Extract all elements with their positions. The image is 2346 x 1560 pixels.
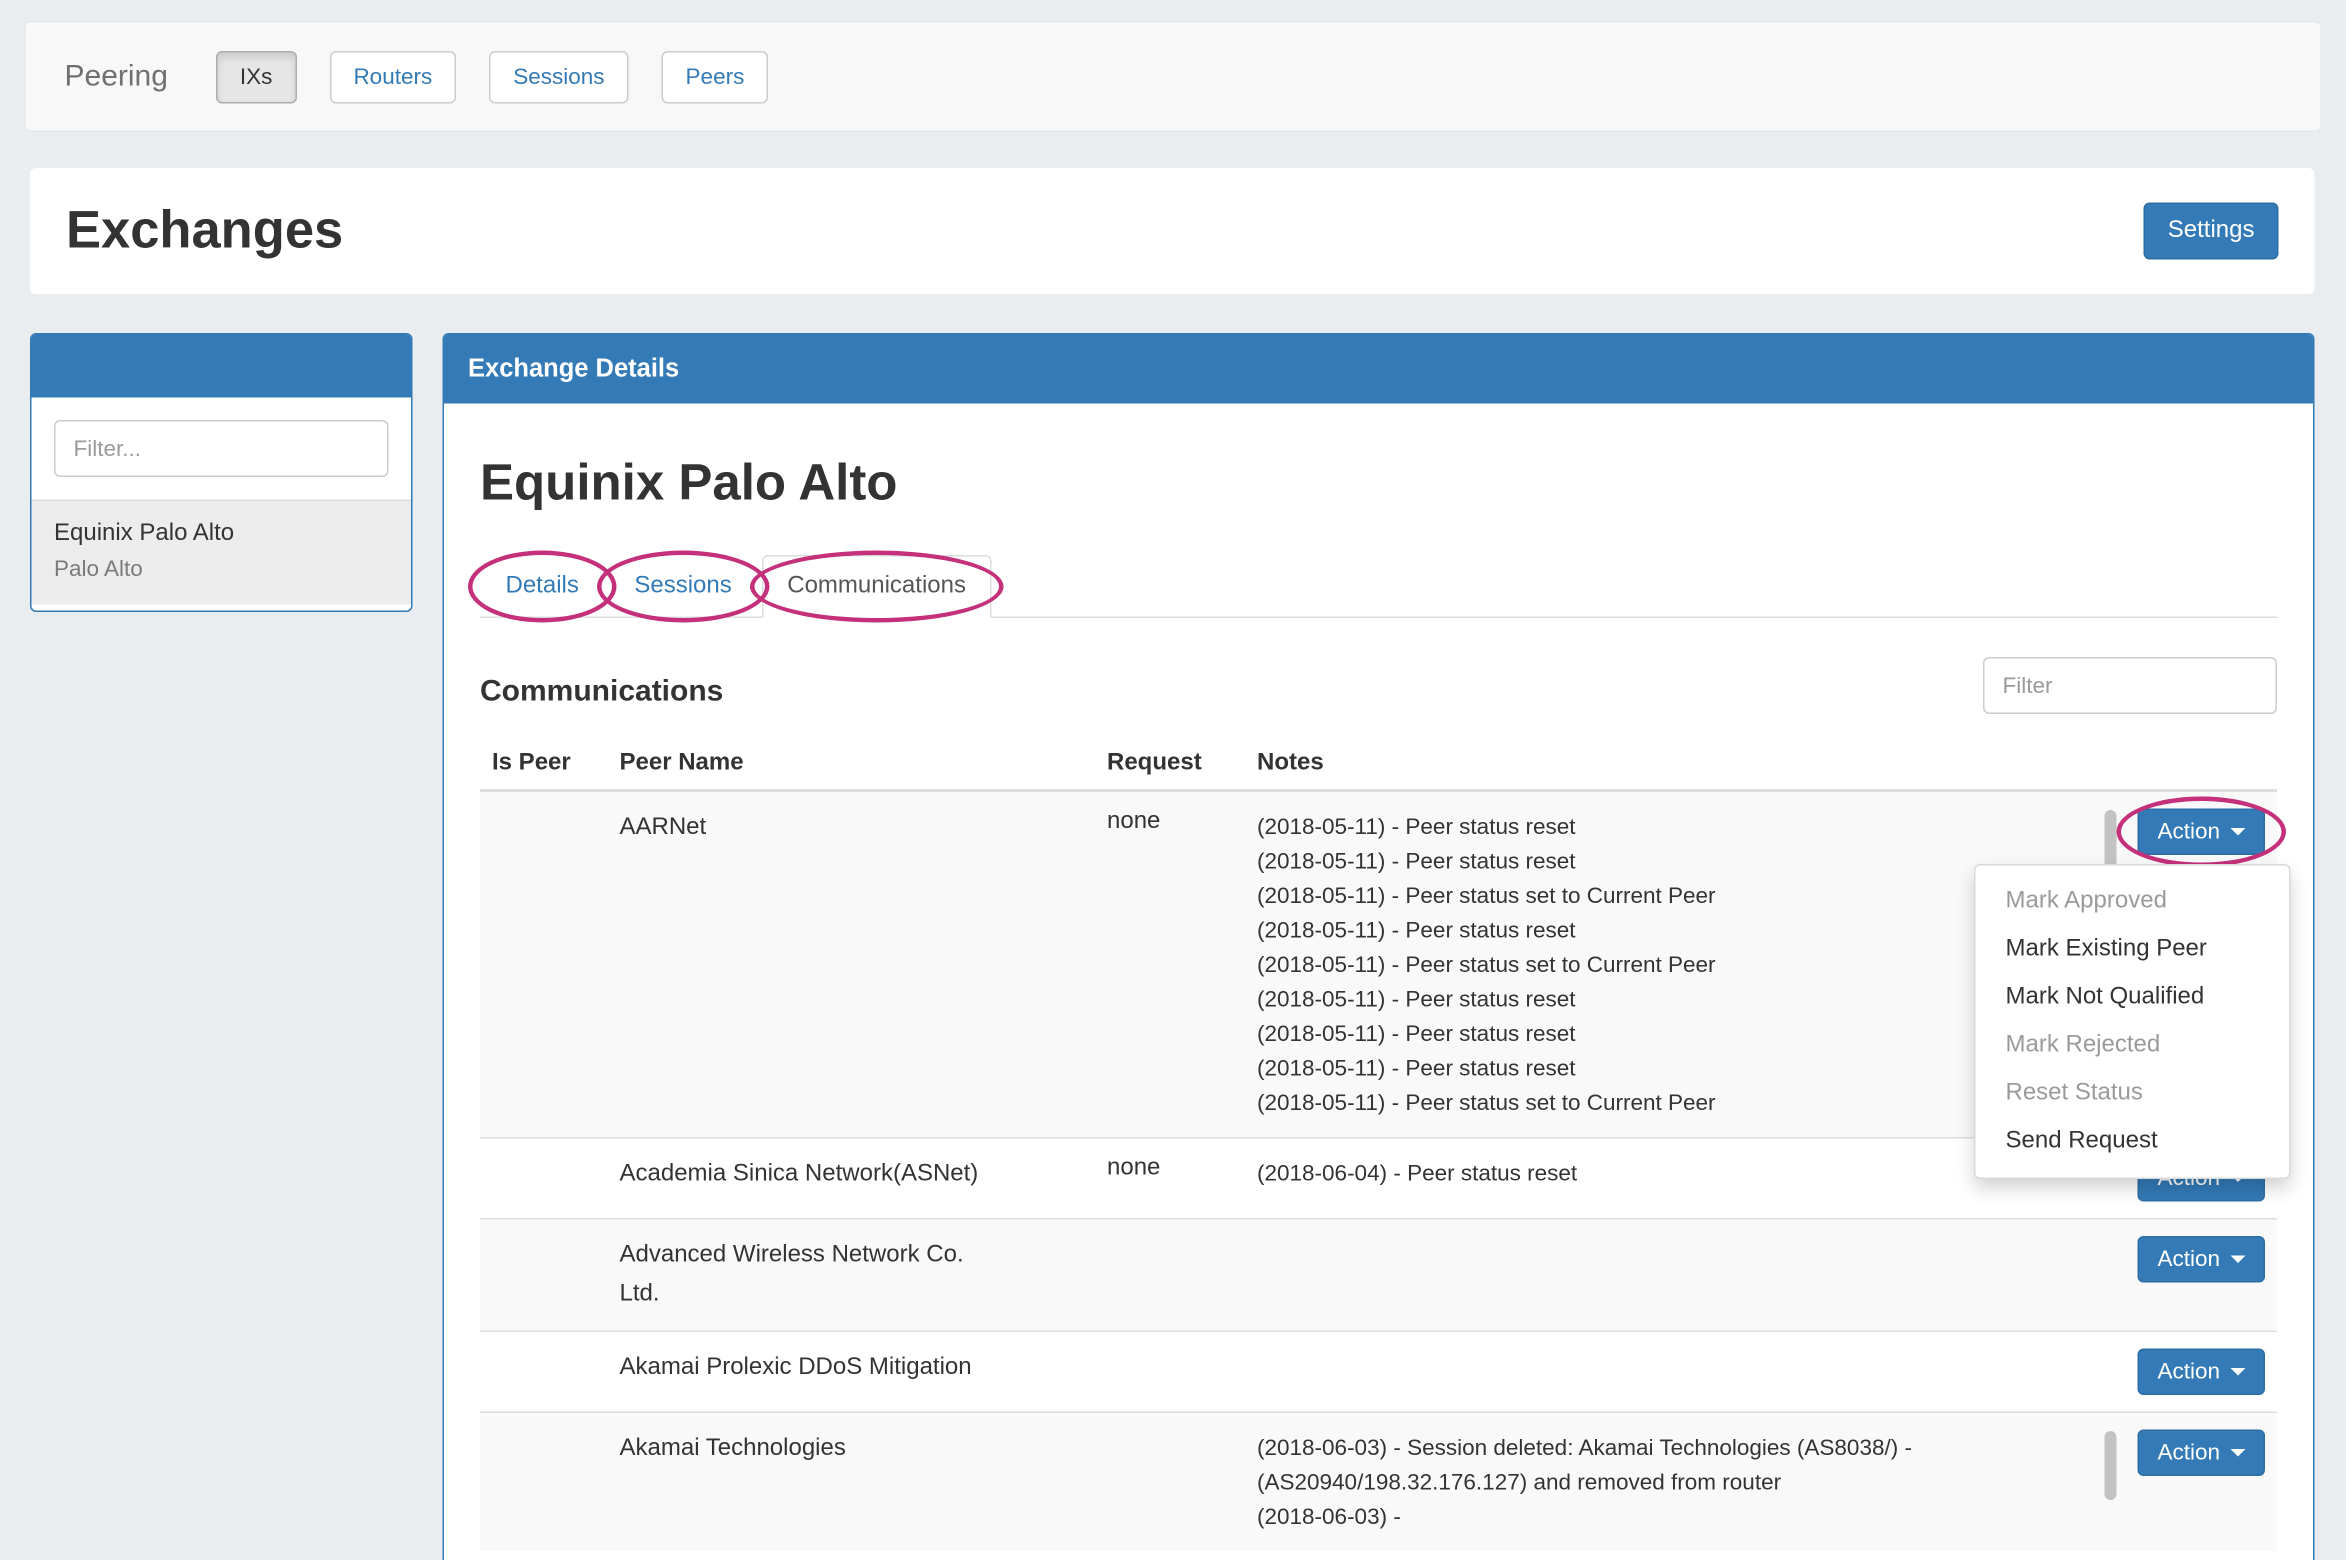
brand-title: Peering [65, 59, 168, 94]
exchange-name: Equinix Palo Alto [54, 521, 389, 548]
is-peer-cell [480, 1219, 608, 1332]
table-row: AARNet none (2018-05-11) - Peer status r… [480, 791, 2277, 1138]
action-cell: Action Mark Approved Mark Existing Peer … [2126, 791, 2277, 1138]
peer-name: Akamai Technologies [620, 1430, 1010, 1469]
nav-item-peers[interactable]: Peers [662, 50, 769, 103]
tab-sessions[interactable]: Sessions [609, 555, 757, 618]
table-row: Akamai Prolexic DDoS Mitigation Action [480, 1331, 2277, 1412]
peer-name-cell: Academia Sinica Network(ASNet) [608, 1138, 1096, 1219]
peer-name-cell: Akamai Technologies [608, 1412, 1096, 1551]
notes-cell [1245, 1331, 2126, 1412]
action-button-label: Action [2157, 1440, 2220, 1466]
exchange-list-panel-header [32, 335, 412, 398]
tab-details-label: Details [506, 573, 579, 599]
col-header-peer-name: Peer Name [608, 738, 1096, 791]
menu-item-mark-existing-peer[interactable]: Mark Existing Peer [1976, 926, 2290, 974]
action-button[interactable]: Action [2138, 1349, 2265, 1396]
is-peer-cell [480, 1331, 608, 1412]
exchange-details-panel: Exchange Details Equinix Palo Alto Detai… [443, 333, 2315, 1560]
peer-name: Akamai Prolexic DDoS Mitigation [620, 1349, 1010, 1388]
request-cell: none [1095, 1138, 1245, 1219]
tab-sessions-label: Sessions [634, 573, 731, 599]
nav-item-sessions[interactable]: Sessions [489, 50, 628, 103]
table-header-row: Is Peer Peer Name Request Notes [480, 738, 2277, 791]
communications-title: Communications [480, 675, 723, 710]
tab-communications-label: Communications [787, 573, 966, 599]
peer-name-cell: Akamai Prolexic DDoS Mitigation [608, 1331, 1096, 1412]
notes-cell [1245, 1219, 2126, 1332]
peer-name: Academia Sinica Network(ASNet) [620, 1155, 1010, 1194]
request-cell [1095, 1412, 1245, 1551]
request-cell: none [1095, 791, 1245, 1138]
caret-down-icon [2231, 1368, 2246, 1376]
exchange-list-item[interactable]: Equinix Palo Alto Palo Alto [32, 500, 412, 605]
menu-item-mark-rejected[interactable]: Mark Rejected [1976, 1022, 2290, 1070]
notes-cell: (2018-06-03) - Session deleted: Akamai T… [1245, 1412, 2126, 1551]
exchange-title: Equinix Palo Alto [480, 455, 2277, 514]
caret-down-icon [2231, 1256, 2246, 1264]
exchange-city: Palo Alto [54, 557, 389, 583]
action-button-label: Action [2157, 819, 2220, 845]
note-line: (2018-05-11) - Peer status reset [1257, 810, 2114, 845]
menu-item-reset-status[interactable]: Reset Status [1976, 1070, 2290, 1118]
top-navbar: Peering IXs Routers Sessions Peers [24, 21, 2322, 132]
col-header-request: Request [1095, 738, 1245, 791]
table-row: Advanced Wireless Network Co. Ltd. Actio… [480, 1219, 2277, 1332]
action-cell: Action [2126, 1219, 2277, 1332]
exchange-list-panel: Equinix Palo Alto Palo Alto [30, 333, 413, 612]
action-cell: Action [2126, 1412, 2277, 1551]
exchange-details-header: Exchange Details [444, 335, 2313, 404]
col-header-notes: Notes [1245, 738, 2126, 791]
is-peer-cell [480, 1138, 608, 1219]
is-peer-cell [480, 1412, 608, 1551]
action-button-label: Action [2157, 1247, 2220, 1273]
exchange-filter-input[interactable] [54, 420, 389, 477]
peer-name: AARNet [620, 809, 1010, 848]
app-root: Peering IXs Routers Sessions Peers Excha… [0, 0, 2346, 1560]
page-header-panel: Exchanges Settings [30, 168, 2315, 294]
settings-button[interactable]: Settings [2144, 203, 2279, 260]
page-title: Exchanges [66, 201, 343, 261]
tab-details[interactable]: Details [480, 555, 604, 618]
notes-scrollbar-thumb[interactable] [2105, 1431, 2117, 1500]
action-cell: Action [2126, 1331, 2277, 1412]
action-dropdown-menu: Mark Approved Mark Existing Peer Mark No… [1974, 864, 2291, 1179]
main-container: Exchanges Settings Equinix Palo Alto Pal… [30, 168, 2315, 1560]
communications-section-header: Communications [480, 657, 2277, 714]
request-cell [1095, 1331, 1245, 1412]
nav-item-ixs[interactable]: IXs [216, 50, 297, 103]
nav-item-routers[interactable]: Routers [329, 50, 456, 103]
action-button-label: Action [2157, 1359, 2220, 1385]
caret-down-icon [2231, 828, 2246, 836]
table-row: Akamai Technologies (2018-06-03) - Sessi… [480, 1412, 2277, 1551]
exchange-list-panel-body [32, 398, 412, 500]
caret-down-icon [2231, 1449, 2246, 1457]
col-header-is-peer: Is Peer [480, 738, 608, 791]
request-cell [1095, 1219, 1245, 1332]
content-row: Equinix Palo Alto Palo Alto Exchange Det… [30, 333, 2315, 1560]
action-button[interactable]: Action [2138, 1430, 2265, 1477]
note-line: (2018-06-03) - [1257, 1500, 2114, 1535]
menu-item-send-request[interactable]: Send Request [1976, 1118, 2290, 1166]
peer-name-cell: AARNet [608, 791, 1096, 1138]
communications-table: Is Peer Peer Name Request Notes [480, 738, 2277, 1551]
action-button[interactable]: Action [2138, 1236, 2265, 1283]
exchange-details-body: Equinix Palo Alto Details Sessions [444, 404, 2313, 1560]
communications-filter-input[interactable] [1983, 657, 2277, 714]
col-header-actions [2126, 738, 2277, 791]
note-line: (2018-06-03) - Session deleted: Akamai T… [1257, 1431, 2114, 1500]
menu-item-mark-not-qualified[interactable]: Mark Not Qualified [1976, 974, 2290, 1022]
action-button[interactable]: Action [2138, 809, 2265, 856]
peer-name-cell: Advanced Wireless Network Co. Ltd. [608, 1219, 1096, 1332]
tab-communications[interactable]: Communications [762, 555, 992, 618]
peer-name: Advanced Wireless Network Co. Ltd. [620, 1236, 1010, 1314]
is-peer-cell [480, 791, 608, 1138]
menu-item-mark-approved[interactable]: Mark Approved [1976, 878, 2290, 926]
notes-list: (2018-06-03) - Session deleted: Akamai T… [1257, 1430, 2114, 1535]
detail-tabs: Details Sessions Communications [480, 555, 2277, 618]
